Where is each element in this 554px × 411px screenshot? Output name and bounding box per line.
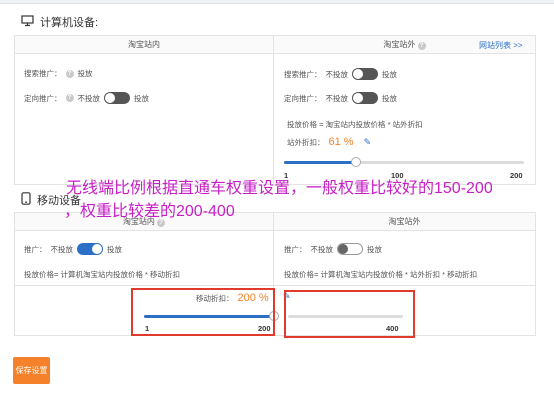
- toggle-knob: [353, 93, 363, 103]
- outer-targeted-promo-toggle[interactable]: [352, 92, 378, 104]
- promo-label: 推广：: [284, 244, 307, 254]
- toggle-knob: [353, 69, 363, 79]
- mobile-outer-header: 淘宝站外: [274, 213, 535, 231]
- targeted-promo-label: 定向推广：: [24, 93, 62, 103]
- annotation-line-2: ，权重比较差的200-400: [64, 203, 235, 220]
- help-icon[interactable]: ?: [65, 69, 74, 78]
- no-put-label: 不投放: [310, 244, 334, 254]
- put-label: 投放: [134, 93, 149, 103]
- computer-section-label: 计算机设备:: [40, 17, 99, 29]
- outer-discount-label: 站外折扣：: [287, 137, 325, 147]
- highlight-box-outer: [284, 290, 415, 338]
- site-list-link[interactable]: 网站列表 >>: [479, 40, 523, 51]
- targeted-promo-label: 定向推广：: [284, 93, 322, 103]
- computer-inner-targeted-row: 定向推广： ? 不投放 投放: [24, 92, 149, 104]
- toggle-knob: [92, 244, 102, 254]
- put-label: 投放: [107, 244, 122, 254]
- computer-inner-search-row: 搜索推广： ? 投放: [24, 68, 93, 79]
- computer-outer-header-label: 淘宝站外: [383, 40, 416, 49]
- mobile-row-divider: [15, 285, 535, 286]
- edit-pencil-icon[interactable]: ✎: [364, 137, 372, 148]
- monitor-icon: [21, 14, 34, 30]
- no-put-label: 不投放: [325, 93, 349, 103]
- help-icon[interactable]: ?: [417, 42, 426, 50]
- put-label: 投放: [382, 93, 397, 103]
- slider-max-label: 200: [510, 171, 523, 180]
- help-icon[interactable]: ?: [65, 94, 74, 102]
- computer-outer-formula: 投放价格 = 淘宝站内投放价格 * 站外折扣: [287, 120, 423, 129]
- slider-thumb[interactable]: [351, 157, 361, 167]
- outer-discount-value: 61 %: [328, 136, 354, 148]
- toggle-knob: [338, 244, 348, 254]
- search-promo-value: 投放: [77, 69, 93, 78]
- computer-outer-targeted-row: 定向推广： 不投放 投放: [284, 92, 397, 104]
- mobile-inner-promo-toggle[interactable]: [77, 243, 103, 255]
- annotation-line-1: 无线端比例根据直通车权重设置，一般权重比较好的150-200: [66, 180, 493, 197]
- search-promo-label: 搜索推广：: [24, 69, 62, 78]
- search-promo-label: 搜索推广：: [284, 69, 322, 79]
- outer-discount-slider[interactable]: [284, 157, 524, 167]
- mobile-inner-formula: 投放价格= 计算机淘宝站内投放价格 * 移动折扣: [24, 270, 181, 279]
- no-put-label: 不投放: [325, 69, 349, 79]
- outer-search-promo-toggle[interactable]: [352, 68, 378, 80]
- put-label: 投放: [367, 244, 382, 254]
- mobile-outer-promo-row: 推广： 不投放 投放: [284, 243, 382, 255]
- top-bar: [0, 0, 554, 4]
- toggle-knob: [105, 93, 115, 103]
- mobile-outer-promo-toggle[interactable]: [337, 243, 363, 255]
- highlight-box-inner: [131, 288, 275, 336]
- phone-icon: [21, 192, 31, 208]
- targeted-promo-toggle[interactable]: [104, 92, 130, 104]
- no-put-label: 不投放: [77, 93, 101, 103]
- computer-column-divider: [273, 36, 274, 185]
- save-settings-button[interactable]: 保存设置: [13, 357, 50, 384]
- put-label: 投放: [382, 69, 397, 79]
- slider-fill: [284, 161, 356, 164]
- computer-outer-search-row: 搜索推广： 不投放 投放: [284, 68, 397, 80]
- mobile-inner-promo-row: 推广： 不投放 投放: [24, 243, 122, 255]
- computer-section-title: 计算机设备:: [21, 14, 98, 30]
- computer-inner-header: 淘宝站内: [15, 36, 273, 54]
- promo-label: 推广：: [24, 244, 47, 254]
- no-put-label: 不投放: [50, 244, 74, 254]
- mobile-outer-formula: 投放价格= 计算机淘宝站内投放价格 * 站外折扣 * 移动折扣: [284, 270, 478, 279]
- computer-outer-discount-row: 站外折扣： 61 % ✎: [287, 136, 371, 148]
